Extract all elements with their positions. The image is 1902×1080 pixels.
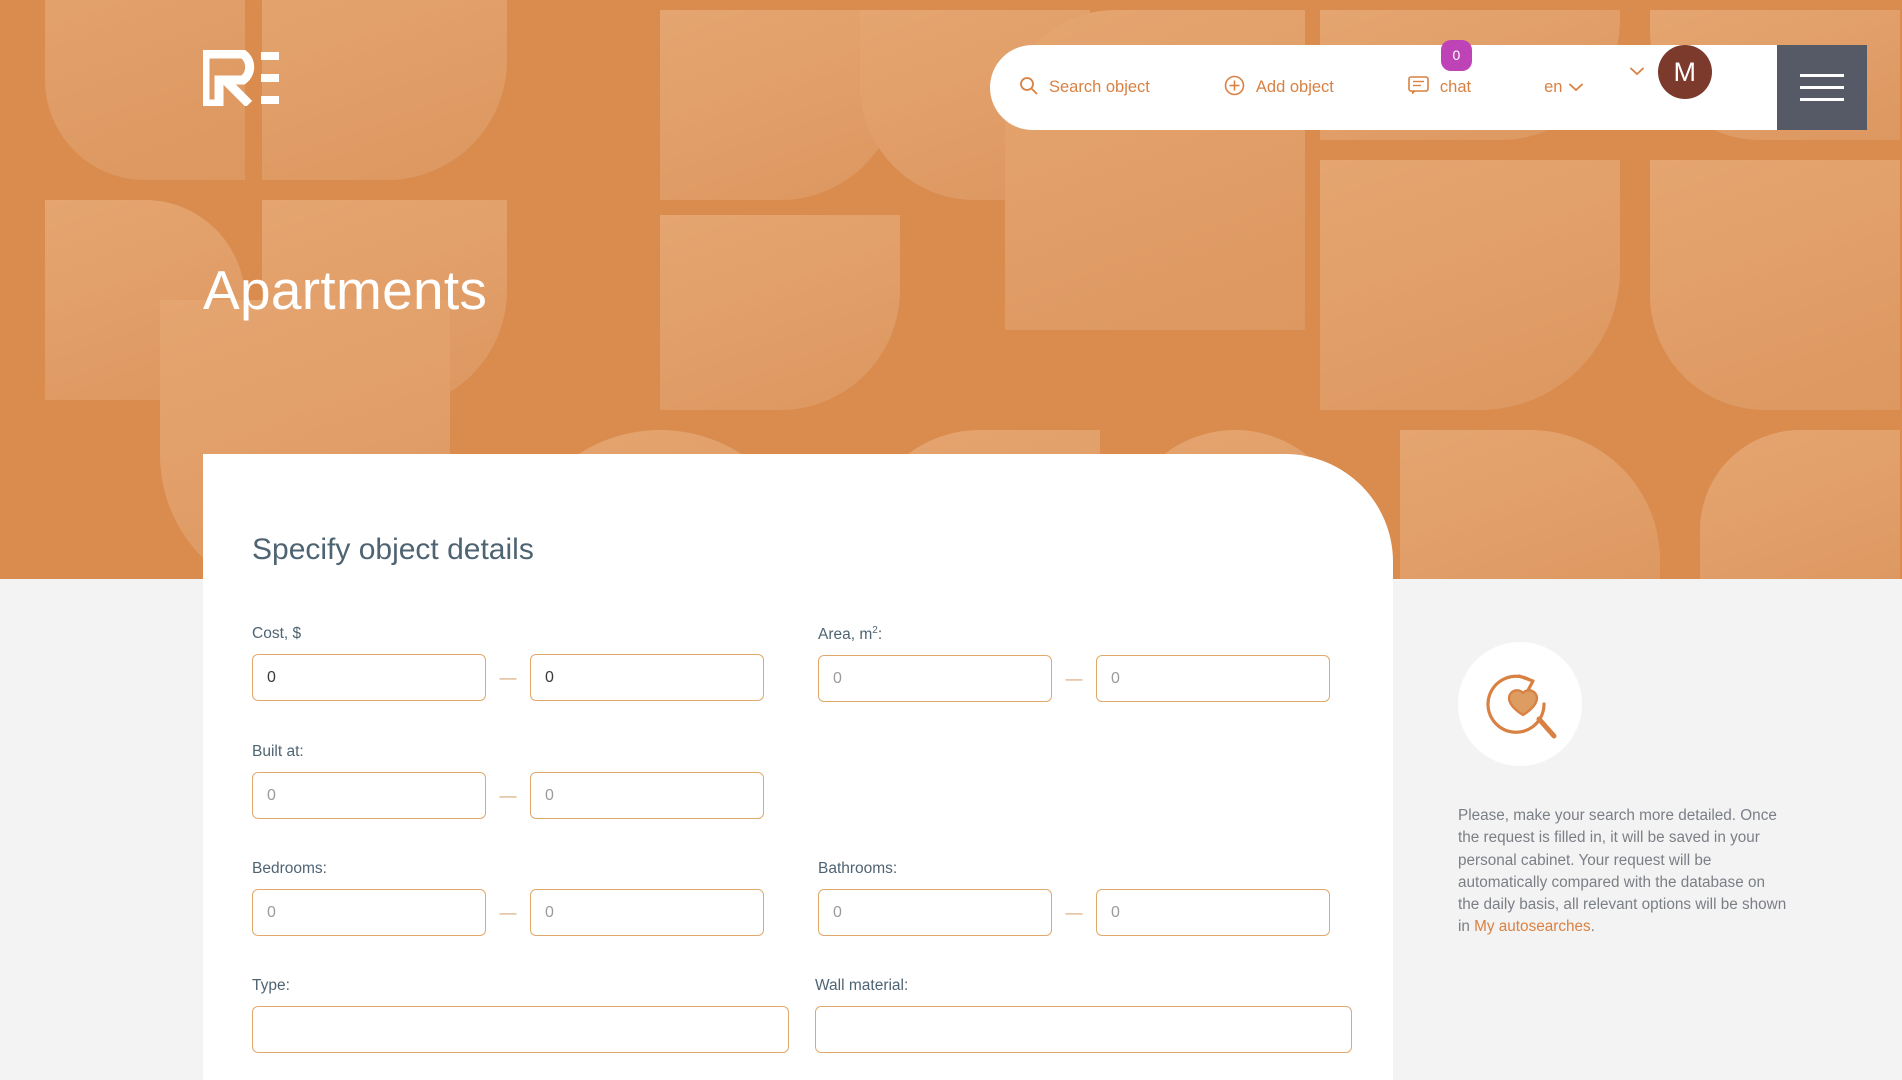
field-bathrooms: Bathrooms: —	[817, 860, 1352, 937]
nav-add-object[interactable]: Add object	[1224, 75, 1334, 101]
hamburger-menu-icon[interactable]	[1777, 45, 1867, 130]
nav-language-label: en	[1544, 78, 1563, 96]
range-built-at: —	[252, 772, 820, 820]
nav-search-label: Search object	[1049, 78, 1150, 96]
wall-material-input[interactable]	[815, 1006, 1352, 1054]
object-details-card: Specify object details Cost, $ — Area, m…	[203, 454, 1393, 1080]
autosearch-text-before: Please, make your search more detailed. …	[1458, 807, 1787, 936]
chevron-down-icon	[1569, 78, 1584, 97]
page-root: Apartments Search object Add object chat…	[0, 0, 1902, 1080]
chat-unread-badge: 0	[1440, 39, 1472, 71]
form-row: Type: Wall material:	[252, 977, 1352, 1054]
range-separator: —	[499, 902, 517, 922]
nav-chat-label: chat	[1439, 78, 1472, 96]
area-to-input[interactable]	[1095, 655, 1330, 703]
field-label-bathrooms: Bathrooms:	[817, 860, 898, 878]
built-at-to-input[interactable]	[530, 772, 764, 820]
field-label-area: Area, m2:	[817, 625, 883, 644]
form-row: Cost, $ — Area, m2: —	[252, 625, 1352, 703]
account-chevron-down-icon[interactable]	[1630, 63, 1644, 81]
page-title: Apartments	[203, 259, 488, 321]
form-heading: Specify object details	[252, 533, 534, 566]
range-separator: —	[1065, 902, 1083, 922]
chat-bubble-icon	[1408, 75, 1429, 100]
field-label-bedrooms: Bedrooms:	[252, 860, 327, 878]
plus-circle-icon	[1224, 75, 1245, 101]
field-label-wall-material: Wall material:	[815, 977, 909, 995]
field-label-cost: Cost, $	[252, 625, 302, 642]
cost-from-input[interactable]	[252, 654, 486, 701]
nav-search-object[interactable]: Search object	[1019, 76, 1150, 100]
range-bathrooms: —	[817, 889, 1352, 937]
bathrooms-to-input[interactable]	[1095, 889, 1330, 937]
account-area[interactable]: M	[1630, 45, 1712, 99]
re-monogram-logo[interactable]	[200, 49, 281, 109]
range-separator: —	[499, 785, 517, 805]
bedrooms-from-input[interactable]	[252, 889, 486, 937]
form-row: Bedrooms: — Bathrooms: —	[252, 860, 1352, 937]
field-built-at: Built at: —	[252, 743, 820, 820]
built-at-from-input[interactable]	[252, 772, 486, 820]
form-row: Built at: —	[252, 743, 1352, 820]
field-wall-material: Wall material:	[815, 977, 1352, 1054]
nav-language-selector[interactable]: en	[1544, 78, 1584, 97]
type-input[interactable]	[252, 1006, 789, 1054]
autosearch-text-after: .	[1590, 918, 1595, 936]
field-type: Type:	[252, 977, 789, 1054]
cost-to-input[interactable]	[530, 654, 764, 701]
field-label-built-at: Built at:	[252, 743, 304, 761]
field-area: Area, m2: —	[817, 625, 1352, 703]
my-autosearches-link[interactable]: My autosearches	[1474, 918, 1590, 935]
field-bedrooms: Bedrooms: —	[252, 860, 786, 937]
avatar[interactable]: M	[1658, 45, 1712, 99]
object-details-form: Cost, $ — Area, m2: —	[252, 625, 1352, 1080]
bathrooms-from-input[interactable]	[817, 889, 1052, 937]
bedrooms-to-input[interactable]	[530, 889, 764, 937]
range-bedrooms: —	[252, 889, 786, 937]
autosearch-heart-magnifier-icon	[1458, 642, 1582, 766]
field-cost: Cost, $ —	[252, 625, 786, 702]
range-separator: —	[499, 667, 517, 687]
search-icon	[1019, 76, 1038, 100]
autosearch-description: Please, make your search more detailed. …	[1458, 805, 1788, 939]
field-label-type: Type:	[252, 977, 290, 995]
autosearch-info-panel: Please, make your search more detailed. …	[1458, 642, 1788, 939]
nav-chat[interactable]: chat 0	[1408, 39, 1472, 100]
nav-add-label: Add object	[1255, 78, 1334, 96]
range-separator: —	[1065, 668, 1083, 688]
area-from-input[interactable]	[817, 655, 1052, 703]
range-cost: —	[252, 654, 786, 701]
range-area: —	[817, 655, 1352, 703]
